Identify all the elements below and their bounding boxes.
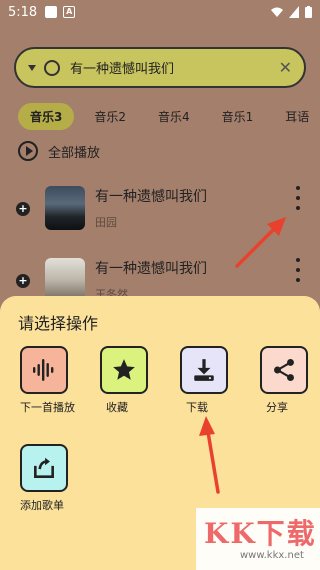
next-play-action[interactable]: 下一首播放: [20, 346, 80, 415]
share-icon[interactable]: [260, 346, 308, 394]
song-title: 有一种遗憾叫我们: [95, 189, 207, 205]
share-action[interactable]: 分享: [260, 346, 320, 415]
tab-whisper[interactable]: 耳语: [273, 103, 320, 130]
add-to-playlist-icon[interactable]: [20, 444, 68, 492]
more-options-icon[interactable]: [294, 186, 302, 210]
clear-icon[interactable]: ✕: [279, 58, 292, 77]
download-action[interactable]: 下载: [180, 346, 240, 415]
add-icon[interactable]: +: [16, 202, 30, 216]
more-options-icon[interactable]: [294, 258, 302, 282]
notification-icons: A: [45, 6, 76, 18]
album-cover: [45, 186, 85, 230]
play-icon: [18, 141, 38, 161]
tab-music4[interactable]: 音乐4: [146, 103, 202, 130]
song-row[interactable]: + 有一种遗憾叫我们 田园: [0, 178, 320, 242]
wifi-icon: [271, 7, 283, 17]
next-play-label: 下一首播放: [20, 401, 75, 414]
waveform-icon[interactable]: [20, 346, 68, 394]
dropdown-triangle-icon[interactable]: [28, 64, 36, 71]
download-label: 下载: [186, 401, 208, 414]
search-circle-icon: [44, 59, 60, 76]
tab-music2[interactable]: 音乐2: [82, 103, 138, 130]
status-time: 5:18: [8, 4, 38, 20]
favorite-action[interactable]: 收藏: [100, 346, 160, 415]
play-all-label: 全部播放: [48, 145, 101, 161]
download-icon[interactable]: [180, 346, 228, 394]
signal-icon: [289, 6, 299, 18]
sheet-title: 请选择操作: [18, 314, 99, 333]
play-all-button[interactable]: 全部播放: [18, 141, 100, 161]
share-label: 分享: [266, 401, 288, 414]
search-bar[interactable]: 有一种遗憾叫我们 ✕: [14, 47, 306, 88]
watermark-url: www.kkx.net: [240, 550, 304, 561]
star-icon[interactable]: [100, 346, 148, 394]
tab-music3[interactable]: 音乐3: [18, 102, 75, 130]
watermark-logo: KK下载 www.kkx.net: [196, 508, 320, 570]
tab-music1[interactable]: 音乐1: [210, 103, 266, 130]
status-bar: 5:18 A: [0, 0, 320, 24]
category-tabs: 音乐3 音乐2 音乐4 音乐1 耳语: [18, 102, 320, 130]
battery-icon: [305, 6, 312, 18]
song-artist: 田园: [95, 216, 117, 229]
add-to-playlist-label: 添加歌单: [20, 499, 64, 512]
notification-a-icon: A: [63, 6, 76, 18]
status-right-icons: [271, 6, 312, 18]
favorite-label: 收藏: [106, 401, 128, 414]
notification-square-icon: [45, 6, 58, 18]
song-title: 有一种遗憾叫我们: [95, 261, 207, 277]
search-input[interactable]: 有一种遗憾叫我们: [70, 58, 279, 77]
add-icon[interactable]: +: [16, 274, 30, 288]
add-to-playlist-action[interactable]: 添加歌单: [20, 444, 80, 513]
watermark-main: KK下载: [204, 517, 317, 550]
